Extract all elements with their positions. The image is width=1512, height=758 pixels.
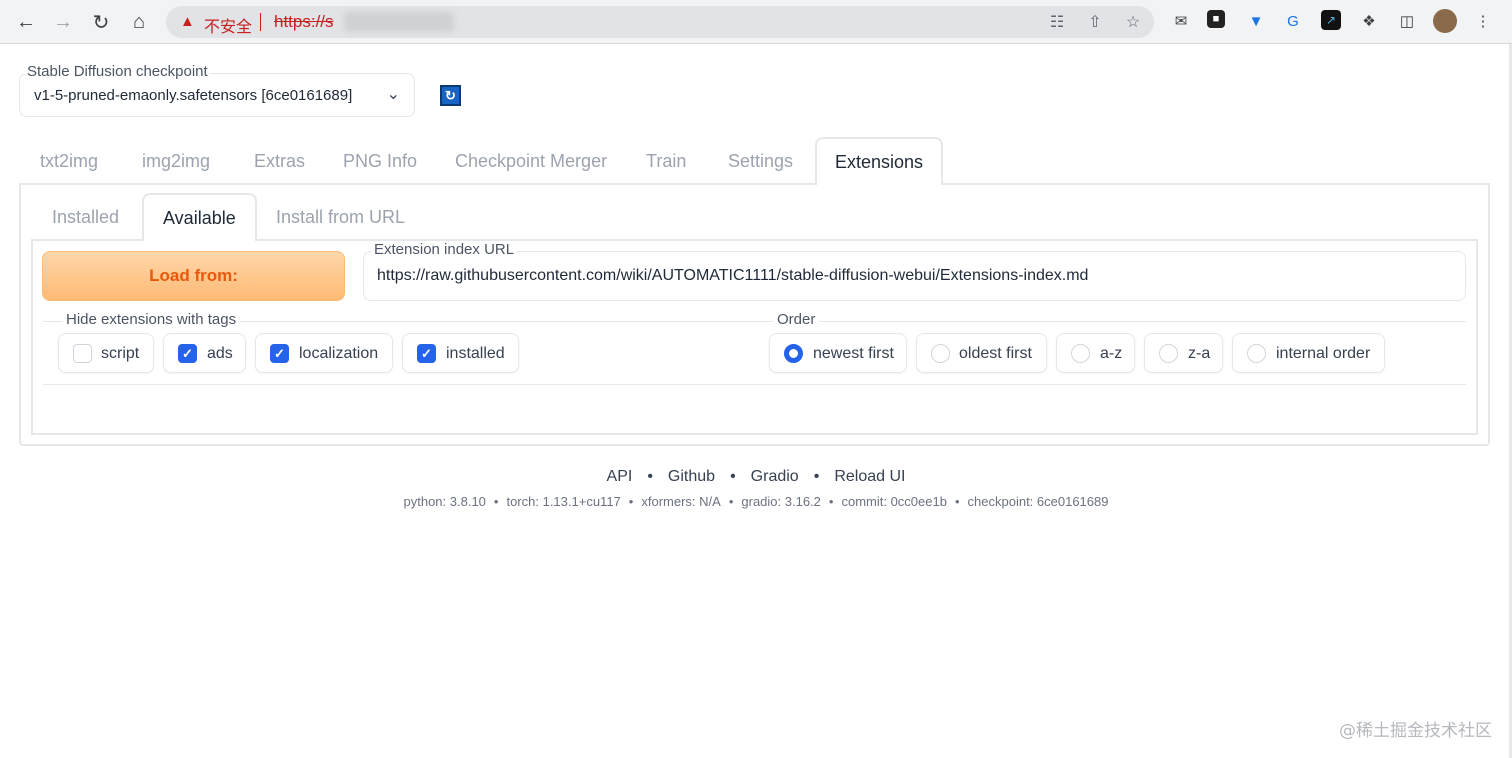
checkpoint-value: v1-5-pruned-emaonly.safetensors [6ce0161… — [34, 87, 353, 104]
tab-png-info[interactable]: PNG Info — [343, 138, 417, 184]
hide-tags-label: Hide extensions with tags — [62, 311, 241, 328]
tag-checkbox-script[interactable]: script — [58, 333, 154, 373]
version-python: python: 3.8.10 — [403, 494, 486, 509]
menu-icon[interactable]: ⋮ — [1472, 10, 1494, 32]
radio[interactable] — [1247, 344, 1266, 363]
url-redaction — [344, 12, 454, 32]
separator — [260, 13, 261, 31]
order-option-label: oldest first — [959, 345, 1032, 362]
warning-icon: ▲ — [180, 13, 195, 30]
load-from-button[interactable]: Load from: — [42, 251, 345, 301]
bullet: • — [728, 494, 734, 509]
version-torch: torch: 1.13.1+cu117 — [506, 494, 621, 509]
tab-extensions[interactable]: Extensions — [815, 137, 944, 185]
order-option-label: z-a — [1188, 345, 1211, 362]
watermark: @稀土掘金技术社区 — [1339, 721, 1492, 741]
bullet: • — [628, 494, 634, 509]
tab-train[interactable]: Train — [646, 138, 686, 184]
checkpoint-label: Stable Diffusion checkpoint — [25, 63, 210, 80]
footer-links: API • Github • Gradio • Reload UI — [0, 468, 1512, 486]
forward-icon[interactable]: → — [49, 8, 77, 36]
tag-checkbox-installed[interactable]: ✓ installed — [402, 333, 519, 373]
url-text: https://s — [274, 12, 334, 31]
order-option-label: newest first — [813, 345, 894, 362]
tab-txt2img[interactable]: txt2img — [40, 138, 98, 184]
radio[interactable] — [931, 344, 950, 363]
extension-index-url-input[interactable]: https://raw.githubusercontent.com/wiki/A… — [363, 251, 1466, 301]
reload-icon[interactable]: ↻ — [87, 8, 115, 36]
order-radio-z-a[interactable]: z-a — [1144, 333, 1223, 373]
back-icon[interactable]: ← — [12, 8, 40, 36]
subtab-available[interactable]: Available — [142, 193, 257, 241]
version-gradio: gradio: 3.16.2 — [741, 494, 821, 509]
radio[interactable] — [1159, 344, 1178, 363]
profile-avatar[interactable] — [1433, 9, 1457, 33]
chevron-down-icon: ⌄ — [386, 86, 400, 103]
footer-link-api[interactable]: API — [607, 468, 633, 485]
subtab-install-from-url[interactable]: Install from URL — [276, 194, 405, 240]
extension-icon[interactable]: ■ — [1207, 10, 1225, 28]
mail-icon[interactable]: ✉ — [1170, 10, 1192, 32]
bullet: • — [813, 468, 820, 485]
radio[interactable] — [1071, 344, 1090, 363]
footer-link-reload-ui[interactable]: Reload UI — [834, 468, 905, 485]
browser-toolbar: ← → ↻ ⌂ ▲ 不安全 https://s ☷ ⇧ ☆ ✉ ■ ▼ G ↗ … — [0, 0, 1512, 44]
subtab-installed[interactable]: Installed — [52, 194, 119, 240]
chart-extension-icon[interactable]: ↗ — [1321, 10, 1341, 30]
tab-settings[interactable]: Settings — [728, 138, 793, 184]
bullet: • — [647, 468, 653, 485]
refresh-icon: ↻ — [440, 85, 461, 106]
translate-icon[interactable]: ☷ — [1046, 11, 1068, 33]
order-radio-a-z[interactable]: a-z — [1056, 333, 1135, 373]
bullet: • — [828, 494, 834, 509]
footer-link-github[interactable]: Github — [668, 468, 715, 485]
star-icon[interactable]: ☆ — [1122, 11, 1144, 33]
insecure-label: 不安全 — [204, 17, 253, 36]
extension-index-url-label: Extension index URL — [372, 241, 517, 258]
google-translate-icon[interactable]: G — [1282, 10, 1304, 32]
tag-label: installed — [446, 345, 505, 362]
refresh-checkpoint-button[interactable]: ↻ — [428, 76, 472, 116]
footer-versions: python: 3.8.10 • torch: 1.13.1+cu117 • xform… — [0, 494, 1512, 509]
checkbox-checked[interactable]: ✓ — [270, 344, 289, 363]
checkbox-checked[interactable]: ✓ — [417, 344, 436, 363]
bullet: • — [954, 494, 960, 509]
share-icon[interactable]: ⇧ — [1084, 11, 1106, 33]
version-checkpoint: checkpoint: 6ce0161689 — [967, 494, 1109, 509]
tag-label: ads — [207, 345, 233, 362]
bullet: • — [493, 494, 499, 509]
tab-extras[interactable]: Extras — [254, 138, 305, 184]
radio-selected[interactable] — [784, 344, 803, 363]
tag-label: script — [101, 345, 140, 362]
checkbox[interactable] — [73, 344, 92, 363]
order-option-label: internal order — [1276, 345, 1371, 362]
bullet: • — [730, 468, 736, 485]
order-radio-internal-order[interactable]: internal order — [1232, 333, 1385, 373]
tag-label: localization — [299, 345, 379, 362]
order-label: Order — [773, 311, 820, 328]
order-radio-newest-first[interactable]: newest first — [769, 333, 907, 373]
checkbox-checked[interactable]: ✓ — [178, 344, 197, 363]
version-xformers: xformers: N/A — [641, 494, 721, 509]
address-bar[interactable]: ▲ 不安全 https://s ☷ ⇧ ☆ — [166, 6, 1154, 38]
tag-checkbox-ads[interactable]: ✓ ads — [163, 333, 246, 373]
tab-img2img[interactable]: img2img — [142, 138, 210, 184]
vpn-extension-icon[interactable]: ▼ — [1245, 10, 1267, 32]
puzzle-icon[interactable]: ❖ — [1358, 10, 1380, 32]
footer-link-gradio[interactable]: Gradio — [751, 468, 799, 485]
order-radio-oldest-first[interactable]: oldest first — [916, 333, 1047, 373]
home-icon[interactable]: ⌂ — [125, 8, 153, 36]
order-option-label: a-z — [1100, 345, 1123, 362]
tab-checkpoint-merger[interactable]: Checkpoint Merger — [455, 138, 607, 184]
sidepanel-icon[interactable]: ◫ — [1396, 10, 1418, 32]
version-commit: commit: 0cc0ee1b — [841, 494, 947, 509]
tag-checkbox-localization[interactable]: ✓ localization — [255, 333, 393, 373]
